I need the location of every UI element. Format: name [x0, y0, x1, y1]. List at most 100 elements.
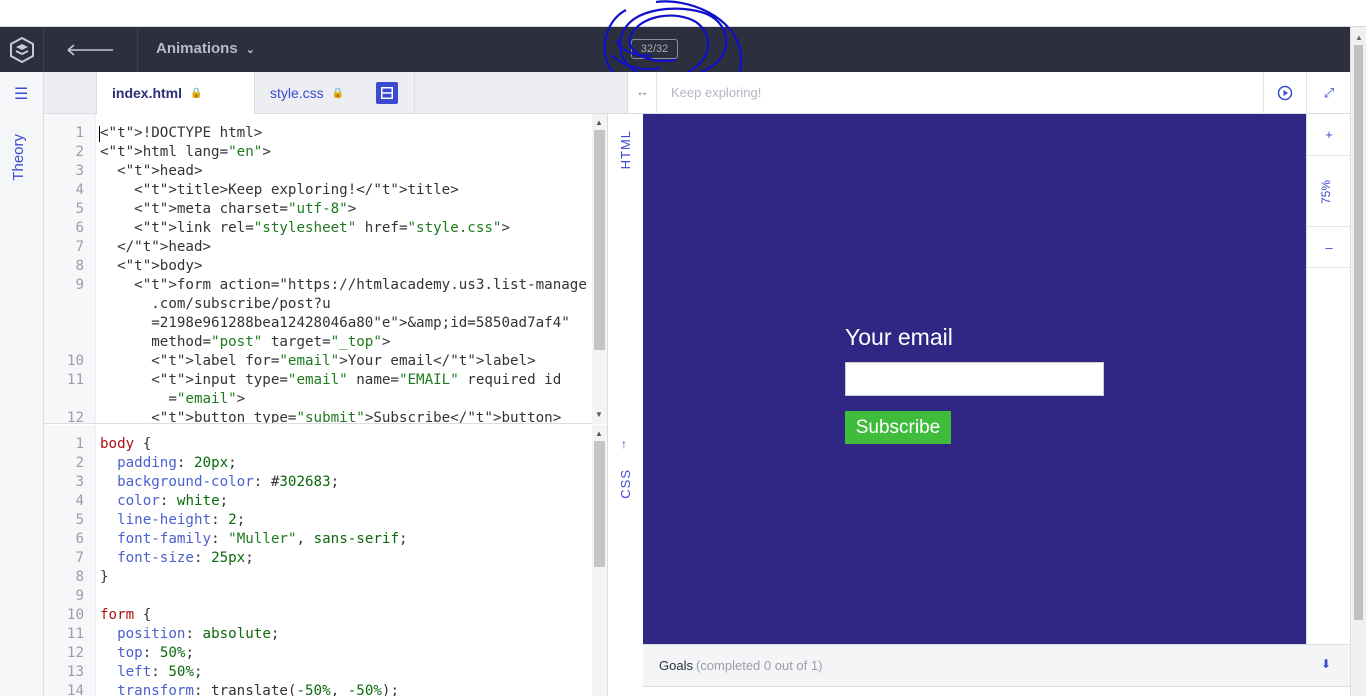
section-title: Animations: [156, 40, 238, 57]
preview-form-label: Your email: [845, 324, 953, 350]
css-editor-scrollbar[interactable]: ▲: [592, 425, 607, 696]
html-code-line[interactable]: 12 <"t">button type="submit">Subscribe</…: [44, 409, 607, 423]
html-code-line[interactable]: 1 <"t">!DOCTYPE html>: [44, 124, 607, 143]
html-side-label[interactable]: HTML: [607, 114, 642, 425]
line-number: 12: [66, 645, 84, 661]
css-code-line[interactable]: 8}: [44, 568, 607, 587]
page-scrollbar-thumb[interactable]: [1354, 45, 1363, 620]
tab-label: style.css: [270, 85, 324, 101]
line-number: 13: [66, 664, 84, 680]
html-code-line[interactable]: 6 <"t">link rel="stylesheet" href="style…: [44, 219, 607, 238]
line-number: 6: [75, 531, 84, 547]
menu-icon[interactable]: ☰: [14, 84, 28, 104]
page-scrollbar[interactable]: ▲: [1350, 27, 1366, 696]
css-code-line[interactable]: 12 top: 50%;: [44, 644, 607, 663]
goals-bar[interactable]: Goals (completed 0 out of 1) ⬇: [643, 644, 1350, 686]
html-code-line[interactable]: 4 <"t">title>Keep exploring!</"t">title>: [44, 181, 607, 200]
code-text: left: 50%;: [117, 664, 203, 680]
html-code-line[interactable]: 10 <"t">label for="email">Your email</"t…: [44, 352, 607, 371]
progress-counter: 32/32: [631, 39, 678, 59]
css-code-line[interactable]: 9: [44, 587, 607, 606]
css-code-line[interactable]: 3 background-color: #302683;: [44, 473, 607, 492]
scroll-up-icon[interactable]: ▲: [1355, 33, 1363, 42]
css-code-line[interactable]: 13 left: 50%;: [44, 663, 607, 682]
code-text: <"t">body>: [100, 258, 203, 274]
line-number: 11: [66, 372, 84, 388]
code-text: ="email">: [100, 391, 246, 407]
code-text: line-height: 2;: [117, 512, 246, 528]
line-number: 2: [75, 455, 84, 471]
css-code-line[interactable]: 14 transform: translate(-50%, -50%);: [44, 682, 607, 696]
html-editor[interactable]: 1 <"t">!DOCTYPE html> 2 <"t">html lang="en"…: [44, 114, 607, 424]
html-code-line[interactable]: 7 </"t">head>: [44, 238, 607, 257]
play-button[interactable]: [1263, 72, 1306, 114]
line-number: 4: [75, 493, 84, 509]
html-code-line[interactable]: 2 <"t">html lang="en">: [44, 143, 607, 162]
logo-icon[interactable]: [0, 27, 44, 72]
html-code-line[interactable]: 11 <"t">input type="email" name="EMAIL" …: [44, 371, 607, 390]
scroll-up-icon[interactable]: ▲: [595, 429, 603, 438]
css-code-line[interactable]: 4 color: white;: [44, 492, 607, 511]
section-dropdown[interactable]: Animations ⌄: [156, 40, 255, 57]
html-code-line[interactable]: method="post" target="_top">: [44, 333, 607, 352]
html-code-line[interactable]: .com/subscribe/post?u: [44, 295, 607, 314]
code-text: font-size: 25px;: [117, 550, 254, 566]
line-number: 8: [75, 569, 84, 585]
html-scrollbar-thumb[interactable]: [594, 130, 605, 350]
html-code-line[interactable]: ="email">: [44, 390, 607, 409]
tab-style-css[interactable]: style.css 🔒: [255, 72, 368, 114]
preview-email-input[interactable]: [845, 362, 1104, 396]
arrow-up-icon[interactable]: ↑: [621, 437, 627, 451]
css-editor[interactable]: 1 body {2 padding: 20px; 3 background-colo…: [44, 425, 607, 696]
line-number: 3: [75, 474, 84, 490]
zoom-in-button[interactable]: +: [1307, 114, 1351, 156]
preview-viewport: Your email Subscribe: [643, 114, 1306, 644]
line-number: 2: [75, 144, 84, 160]
line-number: 7: [75, 239, 84, 255]
css-code-line[interactable]: 5 line-height: 2;: [44, 511, 607, 530]
css-code-line[interactable]: 10 form {: [44, 606, 607, 625]
editor-tabs: index.html 🔒 style.css 🔒: [44, 72, 642, 114]
tab-index-html[interactable]: index.html 🔒: [96, 72, 255, 114]
html-code-line[interactable]: 8 <"t">body>: [44, 257, 607, 276]
css-side-label[interactable]: ↑ CSS: [607, 425, 642, 696]
code-text: <"t">input type="email" name="EMAIL" req…: [100, 372, 562, 388]
line-number: 1: [75, 436, 84, 452]
split-layout-icon: [381, 87, 393, 99]
zoom-out-button[interactable]: –: [1307, 226, 1351, 268]
bottom-edge: [643, 686, 1350, 696]
html-code-line[interactable]: 5 <"t">meta charset="utf-8">: [44, 200, 607, 219]
css-scrollbar-thumb[interactable]: [594, 441, 605, 567]
code-text: <"t">link rel="stylesheet" href="style.c…: [100, 220, 511, 236]
scroll-up-icon[interactable]: ▲: [595, 118, 603, 127]
html-code-line[interactable]: 9 <"t">form action="https://htmlacademy.…: [44, 276, 607, 295]
html-editor-scrollbar[interactable]: ▲ ▼: [592, 114, 607, 424]
resize-horizontal-icon[interactable]: ↔: [636, 84, 649, 99]
preview-subscribe-button[interactable]: Subscribe: [845, 411, 951, 444]
play-icon: [1277, 85, 1293, 101]
css-code-line[interactable]: 7 font-size: 25px;: [44, 549, 607, 568]
css-label: CSS: [618, 469, 633, 499]
chevron-double-down-icon[interactable]: ⬇: [1321, 657, 1331, 671]
line-number: 10: [66, 353, 84, 369]
css-code-line[interactable]: 2 padding: 20px;: [44, 454, 607, 473]
css-code-line[interactable]: 6 font-family: "Muller", sans-serif;: [44, 530, 607, 549]
browser-top-strip: [0, 0, 1366, 27]
back-arrow-icon[interactable]: [44, 27, 138, 72]
html-code-line[interactable]: =2198e961288bea12428046a80"e">&amp;id=58…: [44, 314, 607, 333]
code-text: <"t">title>Keep exploring!</"t">title>: [100, 182, 459, 198]
scroll-down-icon[interactable]: ▼: [595, 410, 603, 419]
line-number: 6: [75, 220, 84, 236]
split-layout-button[interactable]: [376, 82, 398, 104]
theory-panel[interactable]: ☰ Theory: [0, 72, 44, 696]
html-code-line[interactable]: 3 <"t">head>: [44, 162, 607, 181]
code-text: background-color: #302683;: [117, 474, 340, 490]
line-number: 1: [75, 125, 84, 141]
css-code-line[interactable]: 11 position: absolute;: [44, 625, 607, 644]
goals-title: Goals: [659, 658, 693, 673]
css-code-line[interactable]: 1 body {: [44, 435, 607, 454]
theory-label[interactable]: Theory: [10, 134, 27, 181]
code-text: method="post" target="_top">: [100, 334, 391, 350]
chevron-down-icon: ⌄: [245, 44, 255, 56]
expand-icon[interactable]: ⤢: [1306, 72, 1351, 114]
